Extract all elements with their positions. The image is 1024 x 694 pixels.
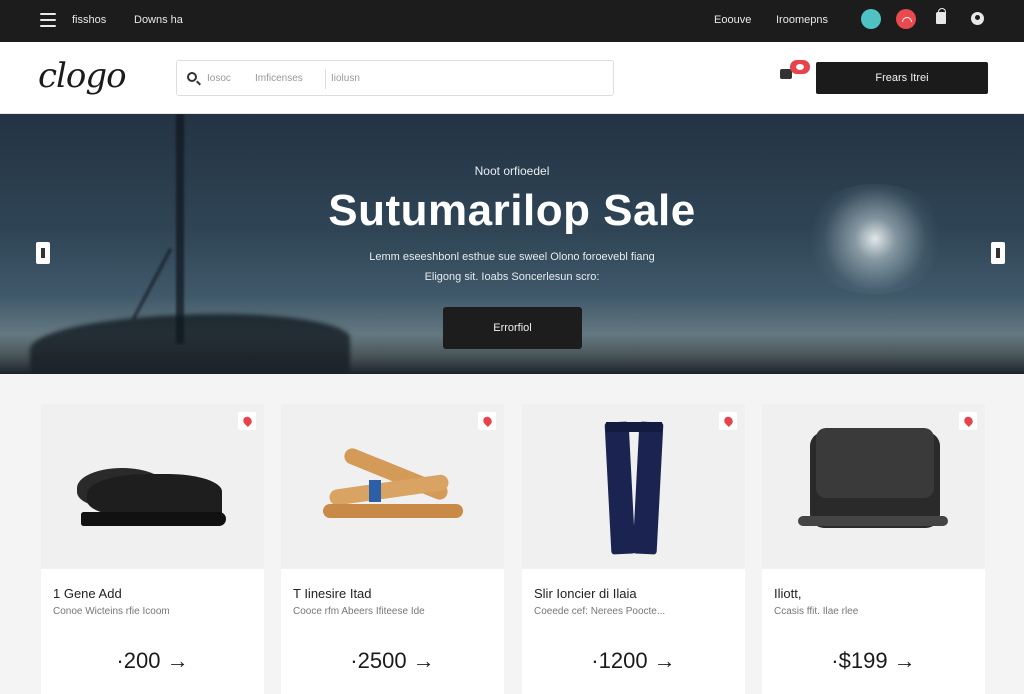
headset-icon[interactable]	[896, 9, 916, 29]
product-price: ·$199 →	[831, 648, 916, 673]
teal-circle-icon[interactable]	[861, 9, 881, 29]
product-description: Cooce rfm Abeers Ifiteese Ide	[293, 606, 425, 617]
hero-subtitle-line-2: Eligong sit. Ioabs Soncerlesun scro:	[424, 271, 600, 283]
heart-icon[interactable]	[959, 412, 977, 430]
hamburger-menu-icon[interactable]	[40, 13, 56, 27]
product-name: T Iinesire Itad	[293, 586, 372, 601]
search-placeholder-1: Iosoc	[207, 73, 231, 84]
user-icon[interactable]	[971, 12, 984, 25]
search-icon[interactable]	[187, 72, 197, 82]
hero-subtitle-line-1: Lemm eseeshbonl esthue sue sweel Olono f…	[369, 251, 655, 263]
carousel-prev-icon[interactable]	[36, 242, 50, 264]
black-handbag-image	[762, 404, 985, 569]
product-description: Conoe Wicteins rfie Icoom	[53, 606, 170, 617]
top-link-3[interactable]: Eoouve	[714, 14, 751, 26]
cart-button[interactable]	[780, 60, 810, 79]
product-price: ·200 →	[116, 648, 189, 673]
product-card[interactable]: Slir Ioncier di Ilaia Coeede cef: Nerees…	[522, 404, 745, 694]
top-link-4[interactable]: Iroomepns	[776, 14, 828, 26]
product-name: Slir Ioncier di Ilaia	[534, 586, 637, 601]
product-card[interactable]: Iliott, Ccasis ffit. Ilae rlee ·$199 →	[762, 404, 985, 694]
heart-icon[interactable]	[719, 412, 737, 430]
top-bar: fisshos Downs ha Eoouve Iroomepns	[0, 0, 1024, 42]
product-grid: 1 Gene Add Conoe Wicteins rfie Icoom ·20…	[0, 374, 1024, 694]
product-name: Iliott,	[774, 586, 802, 601]
product-price: ·1200 →	[591, 648, 676, 673]
top-link-1[interactable]: fisshos	[72, 14, 106, 26]
hero-cta-button[interactable]: Errorfiol	[443, 307, 582, 349]
hero-kicker: Noot orfioedel	[474, 164, 550, 178]
search-placeholder-2: Imficenses	[255, 73, 303, 84]
black-leather-shoes-image	[41, 404, 264, 569]
product-description: Ccasis ffit. Ilae rlee	[774, 606, 859, 617]
search-divider	[325, 69, 326, 89]
hero-banner: Noot orfioedel Sutumarilop Sale Lemm ese…	[0, 114, 1024, 374]
heart-icon[interactable]	[478, 412, 496, 430]
product-card[interactable]: 1 Gene Add Conoe Wicteins rfie Icoom ·20…	[41, 404, 264, 694]
tan-sandal-image	[281, 404, 504, 569]
hero-title: Sutumarilop Sale	[328, 186, 696, 235]
product-price: ·2500 →	[350, 648, 435, 673]
header-cta-button[interactable]: Frears Itrei	[816, 62, 988, 94]
site-header: clogo Iosoc Imficenses Iiolusn Frears It…	[0, 42, 1024, 114]
product-card[interactable]: T Iinesire Itad Cooce rfm Abeers Ifitees…	[281, 404, 504, 694]
navy-trousers-image	[522, 404, 745, 569]
product-description: Coeede cef: Nerees Poocte...	[534, 606, 666, 617]
search-bar[interactable]: Iosoc Imficenses Iiolusn	[176, 60, 614, 96]
cart-badge	[790, 60, 810, 74]
shopping-bag-icon[interactable]	[936, 8, 946, 24]
carousel-next-icon[interactable]	[991, 242, 1005, 264]
product-name: 1 Gene Add	[53, 586, 122, 601]
search-placeholder-3: Iiolusn	[331, 73, 360, 84]
top-link-2[interactable]: Downs ha	[134, 14, 183, 26]
site-logo[interactable]: clogo	[38, 56, 127, 96]
heart-icon[interactable]	[238, 412, 256, 430]
